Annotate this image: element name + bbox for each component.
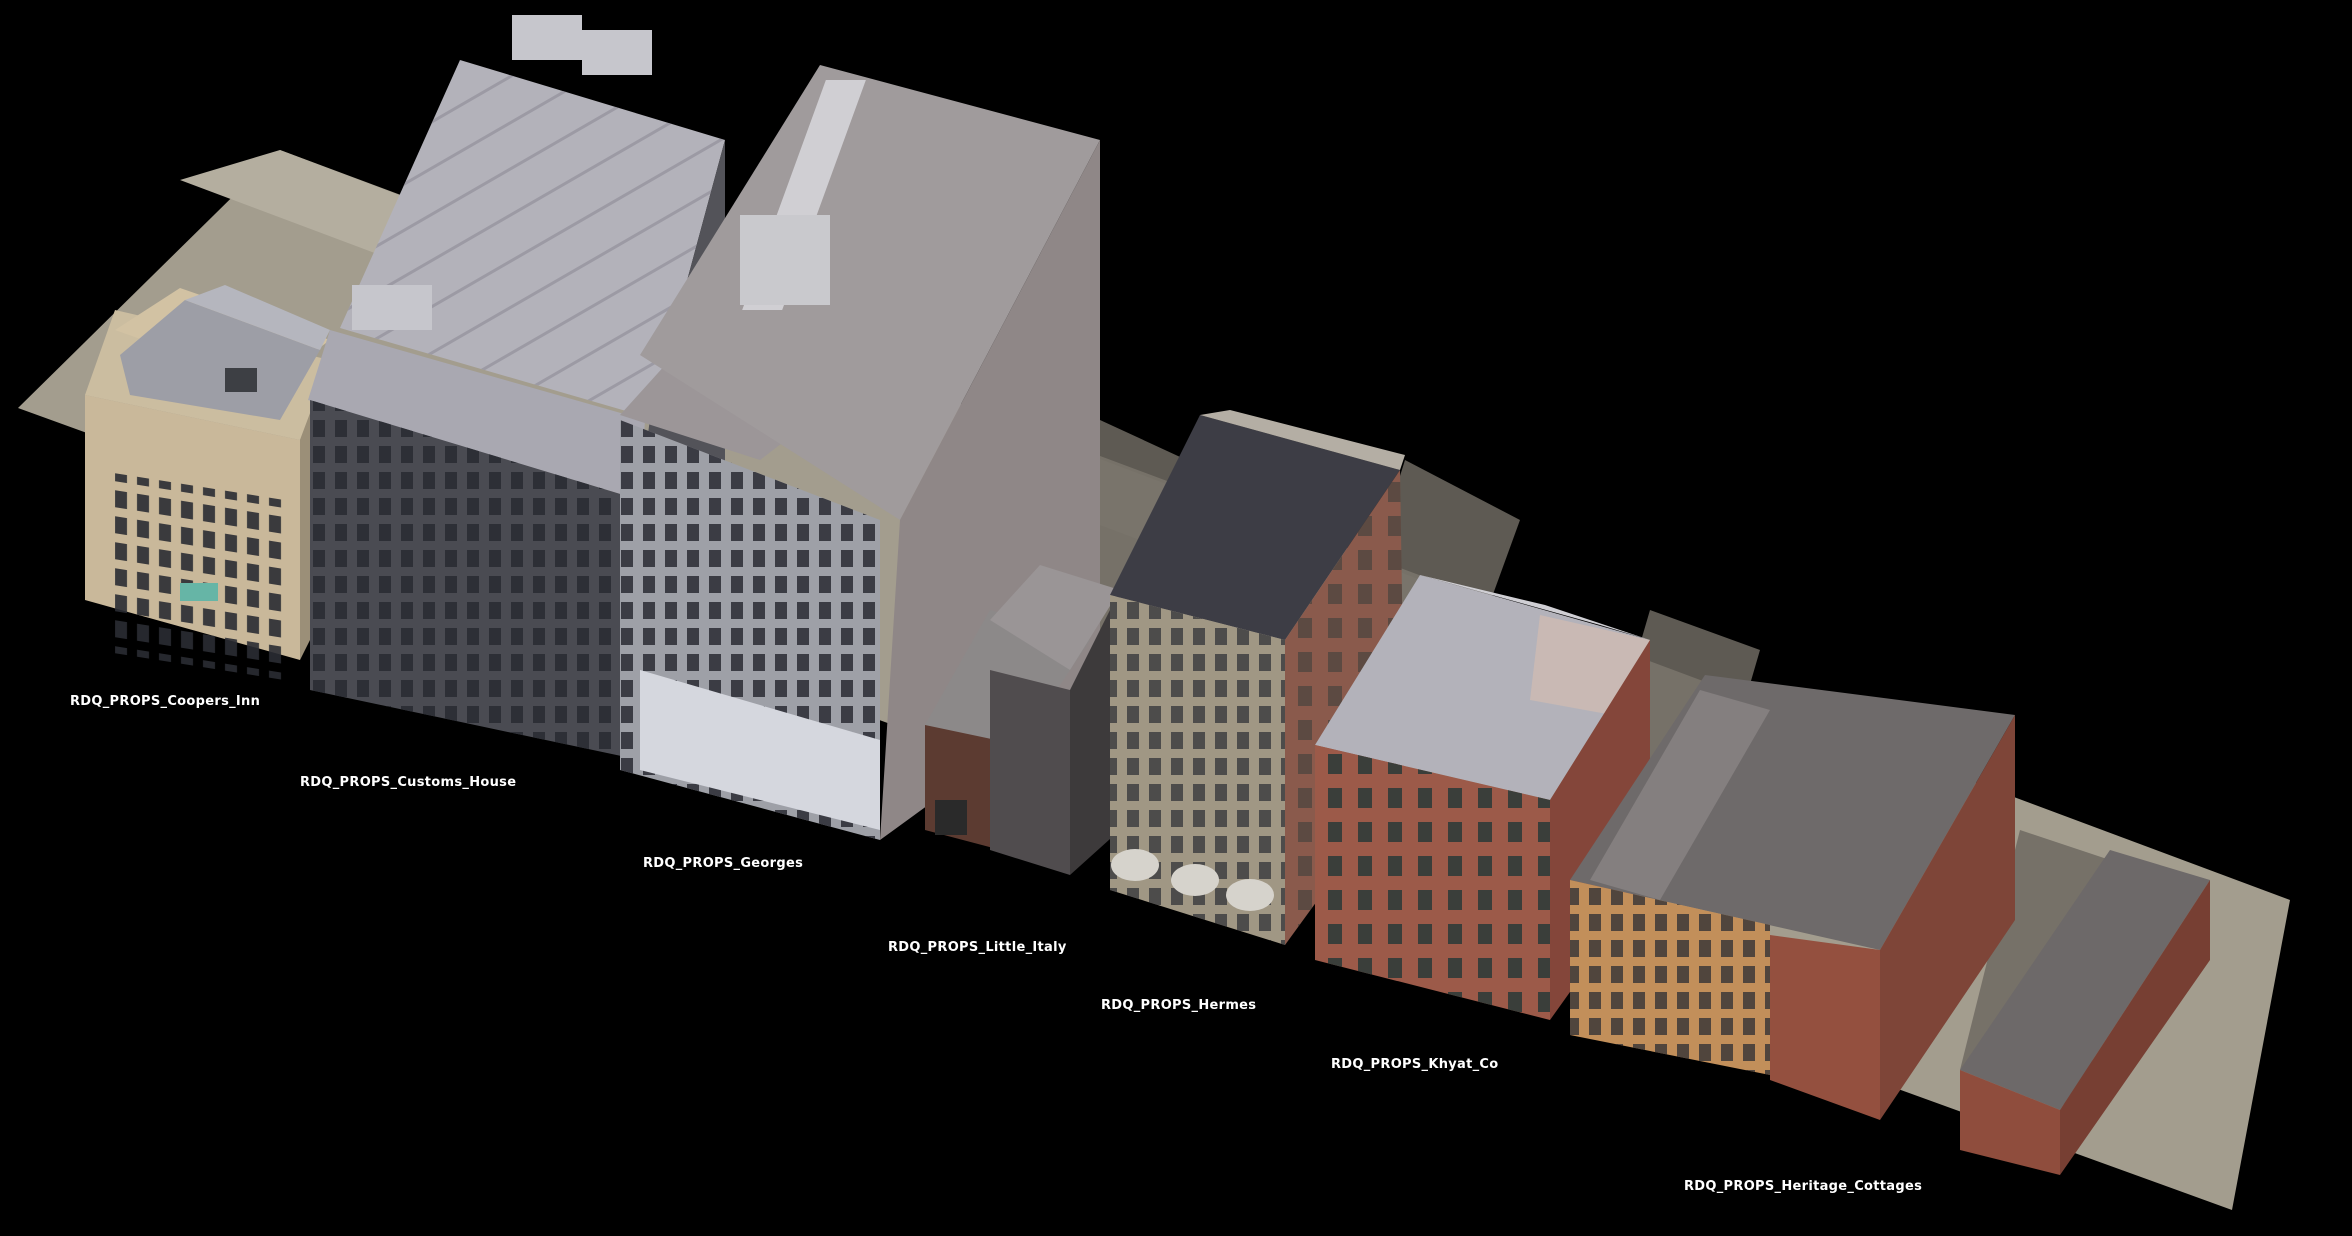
building-coopers-inn xyxy=(85,285,330,681)
label-customs-house: RDQ_PROPS_Customs_House xyxy=(300,775,517,790)
label-georges: RDQ_PROPS_Georges xyxy=(643,856,804,871)
label-coopers-inn: RDQ_PROPS_Coopers_Inn xyxy=(70,694,261,709)
label-little-italy: RDQ_PROPS_Little_Italy xyxy=(888,940,1067,955)
isometric-scene xyxy=(18,15,2290,1210)
label-hermes: RDQ_PROPS_Hermes xyxy=(1101,998,1257,1013)
label-khyat-co: RDQ_PROPS_Khyat_Co xyxy=(1331,1057,1499,1072)
label-heritage-cottages: RDQ_PROPS_Heritage_Cottages xyxy=(1684,1179,1923,1194)
